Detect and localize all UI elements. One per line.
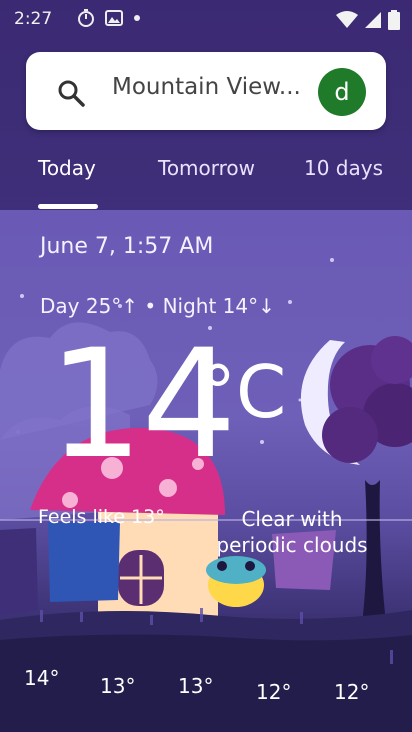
feels-like: Feels like 13° <box>38 506 165 528</box>
tab-tomorrow[interactable]: Tomorrow <box>158 156 255 180</box>
photos-icon <box>105 10 123 26</box>
signal-icon <box>365 12 381 28</box>
dot-icon <box>134 15 140 21</box>
tab-10-days[interactable]: 10 days <box>304 156 383 180</box>
status-right-icons <box>336 10 400 30</box>
hourly-temp-5: 12° <box>334 680 370 704</box>
wifi-icon <box>336 11 358 28</box>
hourly-temp-1: 14° <box>24 666 60 690</box>
tab-today[interactable]: Today <box>38 156 96 180</box>
day-night-range: Day 25°↑ • Night 14°↓ <box>40 294 275 318</box>
search-icon[interactable] <box>56 78 86 112</box>
forecast-tabs: Today Tomorrow 10 days <box>0 150 412 210</box>
status-time: 2:27 <box>14 9 53 29</box>
location-text[interactable]: Mountain View... <box>112 74 310 110</box>
status-bar: 2:27 <box>0 0 412 38</box>
hourly-temp-3: 13° <box>178 674 214 698</box>
forecast-date-time: June 7, 1:57 AM <box>40 234 214 259</box>
temperature-unit: °C <box>200 350 287 434</box>
status-left-icons <box>76 8 142 28</box>
active-tab-indicator <box>38 204 98 209</box>
timer-icon <box>78 9 94 27</box>
battery-icon <box>388 10 400 30</box>
account-avatar[interactable]: d <box>318 68 366 116</box>
hourly-temp-4: 12° <box>256 680 292 704</box>
location-search-bar[interactable]: Mountain View... d <box>26 52 386 130</box>
hourly-temp-2: 13° <box>100 674 136 698</box>
hourly-temperatures: 14° 13° 13° 12° 12° <box>0 666 412 706</box>
weather-scene: June 7, 1:57 AM Day 25°↑ • Night 14°↓ 14… <box>0 210 412 732</box>
weather-condition: Clear with periodic clouds <box>216 507 368 557</box>
